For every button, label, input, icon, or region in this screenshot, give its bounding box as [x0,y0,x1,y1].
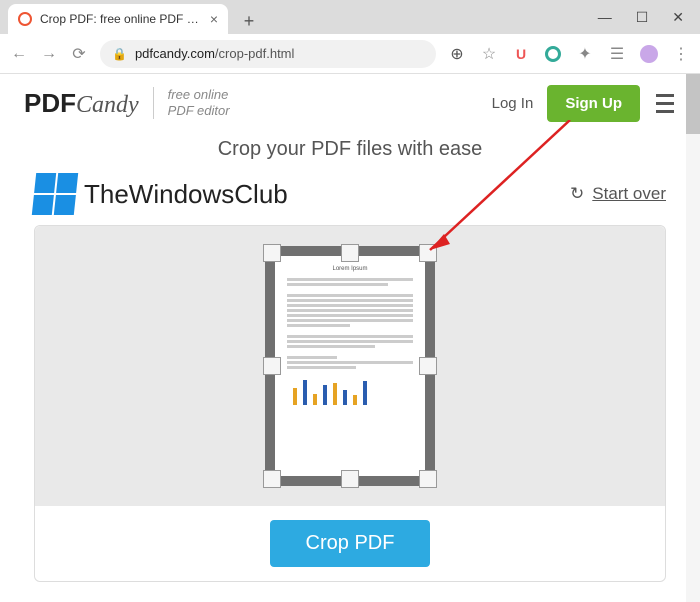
crop-handle-b[interactable] [341,470,359,488]
vertical-scrollbar[interactable] [686,74,700,602]
mid-row: TheWindowsClub ↻ Start over [0,173,700,225]
chart-preview-icon [287,377,413,405]
crop-pdf-button[interactable]: Crop PDF [270,520,431,567]
crop-handle-tr[interactable] [419,244,437,262]
favicon-icon [18,12,32,26]
window-controls: — ☐ ✕ [598,9,700,26]
tab-title: Crop PDF: free online PDF cropp [40,12,202,26]
crop-handle-r[interactable] [419,357,437,375]
windows-logo-icon [32,173,78,215]
scrollbar-thumb[interactable] [686,74,700,134]
document-preview: Lorem Ipsum [275,256,425,476]
lock-icon: 🔒 [112,47,127,61]
page-subtitle: Crop your PDF files with ease [0,132,700,173]
minimize-icon[interactable]: — [598,9,612,26]
maximize-icon[interactable]: ☐ [636,9,649,26]
crop-canvas-wrap: Lorem Ipsum [34,225,666,582]
logo-script: Candy [76,92,139,119]
chrome-menu-icon[interactable]: ⋮ [672,44,690,64]
ext-grammarly-icon[interactable] [544,45,562,63]
crop-handle-tl[interactable] [263,244,281,262]
star-icon[interactable]: ☆ [480,44,498,64]
document-crop-frame[interactable]: Lorem Ipsum [265,246,435,486]
start-over-button[interactable]: ↻ Start over [570,184,666,204]
browser-titlebar: Crop PDF: free online PDF cropp × + — ☐ … [0,0,700,34]
crop-handle-bl[interactable] [263,470,281,488]
profile-icon[interactable] [640,45,658,63]
address-bar: ← → ⟳ 🔒 pdfcandy.com/crop-pdf.html ⊕ ☆ U… [0,34,700,74]
reload-icon[interactable]: ⟳ [70,44,88,64]
divider [153,87,154,119]
start-over-label: Start over [592,184,666,204]
logo-bold: PDF [24,88,76,119]
action-bar: Crop PDF [35,506,665,581]
logo[interactable]: PDFCandy [24,88,139,119]
site-header: PDFCandy free online PDF editor Log In S… [0,74,700,132]
back-icon[interactable]: ← [10,45,28,63]
crop-canvas[interactable]: Lorem Ipsum [35,226,665,506]
close-tab-icon[interactable]: × [210,11,218,27]
watermark-text: TheWindowsClub [84,179,288,210]
url-field[interactable]: 🔒 pdfcandy.com/crop-pdf.html [100,40,436,68]
login-link[interactable]: Log In [492,95,534,112]
hamburger-menu-icon[interactable] [654,92,676,115]
crop-handle-l[interactable] [263,357,281,375]
reading-list-icon[interactable]: ☰ [608,44,626,64]
refresh-icon: ↻ [570,184,584,204]
zoom-icon[interactable]: ⊕ [448,44,466,64]
close-window-icon[interactable]: ✕ [672,9,684,26]
browser-tab[interactable]: Crop PDF: free online PDF cropp × [8,4,228,34]
ext-u-icon[interactable]: U [512,45,530,63]
url-text: pdfcandy.com/crop-pdf.html [135,46,294,61]
tagline: free online PDF editor [168,87,230,118]
new-tab-button[interactable]: + [236,8,262,34]
crop-handle-br[interactable] [419,470,437,488]
signup-button[interactable]: Sign Up [547,85,640,122]
crop-handle-t[interactable] [341,244,359,262]
forward-icon[interactable]: → [40,45,58,63]
extensions-icon[interactable]: ✦ [576,44,594,64]
